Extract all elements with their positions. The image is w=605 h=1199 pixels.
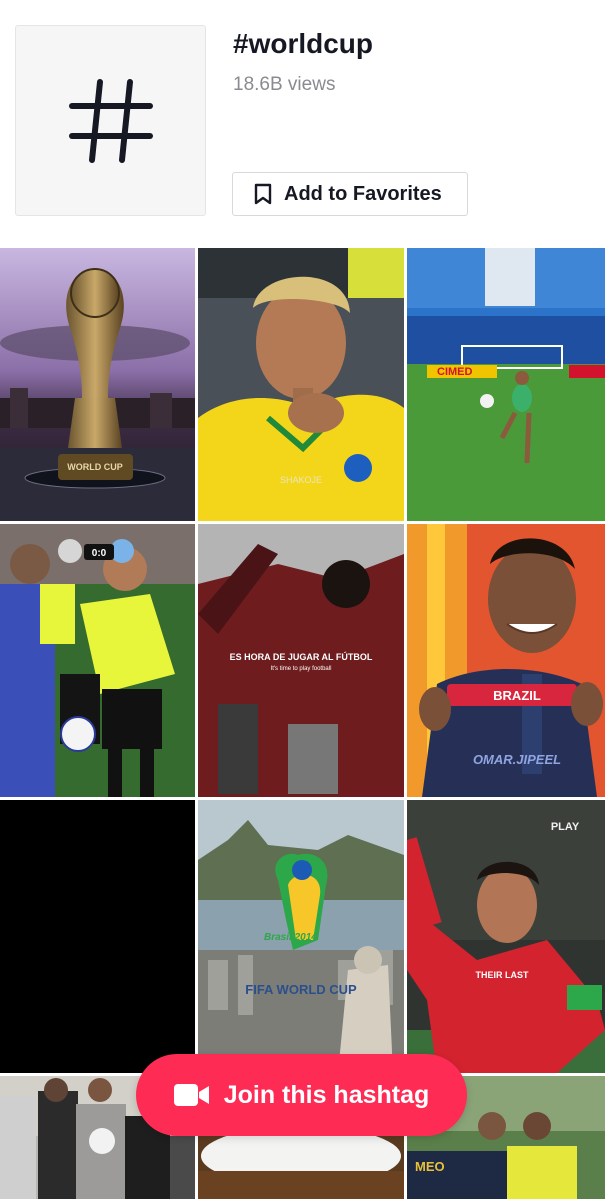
hashtag-header: #worldcup 18.6B views Add to Favorites bbox=[0, 0, 605, 248]
hashtag-title: #worldcup bbox=[233, 28, 374, 59]
video-overlay: SHAKOJE bbox=[280, 475, 322, 485]
video-tile-2[interactable]: SHAKOJE bbox=[198, 248, 404, 521]
video-tile-6[interactable]: BRAZIL OMAR.JIPEEL bbox=[407, 524, 605, 797]
video-caption: BRAZIL bbox=[493, 688, 541, 703]
video-caption: WORLD CUP bbox=[67, 462, 123, 472]
video-caption: ES HORA DE JUGAR AL FÚTBOL bbox=[230, 651, 373, 662]
video-tile-9[interactable]: PLAY THEIR LAST bbox=[407, 800, 605, 1073]
svg-text:MEO: MEO bbox=[415, 1159, 445, 1174]
video-tile-3[interactable]: CIMED bbox=[407, 248, 605, 521]
video-overlay: It's time to play football bbox=[271, 666, 332, 672]
video-overlay: Brasil 2014 bbox=[264, 932, 317, 943]
video-camera-icon bbox=[173, 1083, 210, 1107]
video-tile-7[interactable] bbox=[0, 800, 195, 1073]
join-hashtag-button[interactable]: Join this hashtag bbox=[136, 1054, 467, 1136]
add-to-favorites-label: Add to Favorites bbox=[284, 182, 442, 205]
video-overlay: PLAY bbox=[551, 821, 580, 833]
video-overlay: OMAR.JIPEEL bbox=[473, 752, 561, 767]
hashtag-views: 18.6B views bbox=[233, 74, 336, 95]
video-tile-1[interactable]: WORLD CUP bbox=[0, 248, 195, 521]
video-tile-4[interactable]: 0:0 bbox=[0, 524, 195, 797]
video-tile-5[interactable]: ES HORA DE JUGAR AL FÚTBOL It's time to … bbox=[198, 524, 404, 797]
join-hashtag-label: Join this hashtag bbox=[223, 1080, 430, 1109]
video-overlay: 0:0 bbox=[92, 548, 107, 559]
video-caption: THEIR LAST bbox=[476, 970, 530, 980]
bookmark-icon bbox=[254, 183, 272, 205]
hashtag-cover bbox=[15, 25, 206, 216]
add-to-favorites-button[interactable]: Add to Favorites bbox=[232, 172, 468, 216]
video-tile-8[interactable]: Brasil 2014 FIFA WORLD CUP bbox=[198, 800, 404, 1073]
video-caption: FIFA WORLD CUP bbox=[245, 982, 357, 997]
video-overlay: CIMED bbox=[437, 366, 473, 378]
hashtag-icon bbox=[69, 79, 153, 163]
